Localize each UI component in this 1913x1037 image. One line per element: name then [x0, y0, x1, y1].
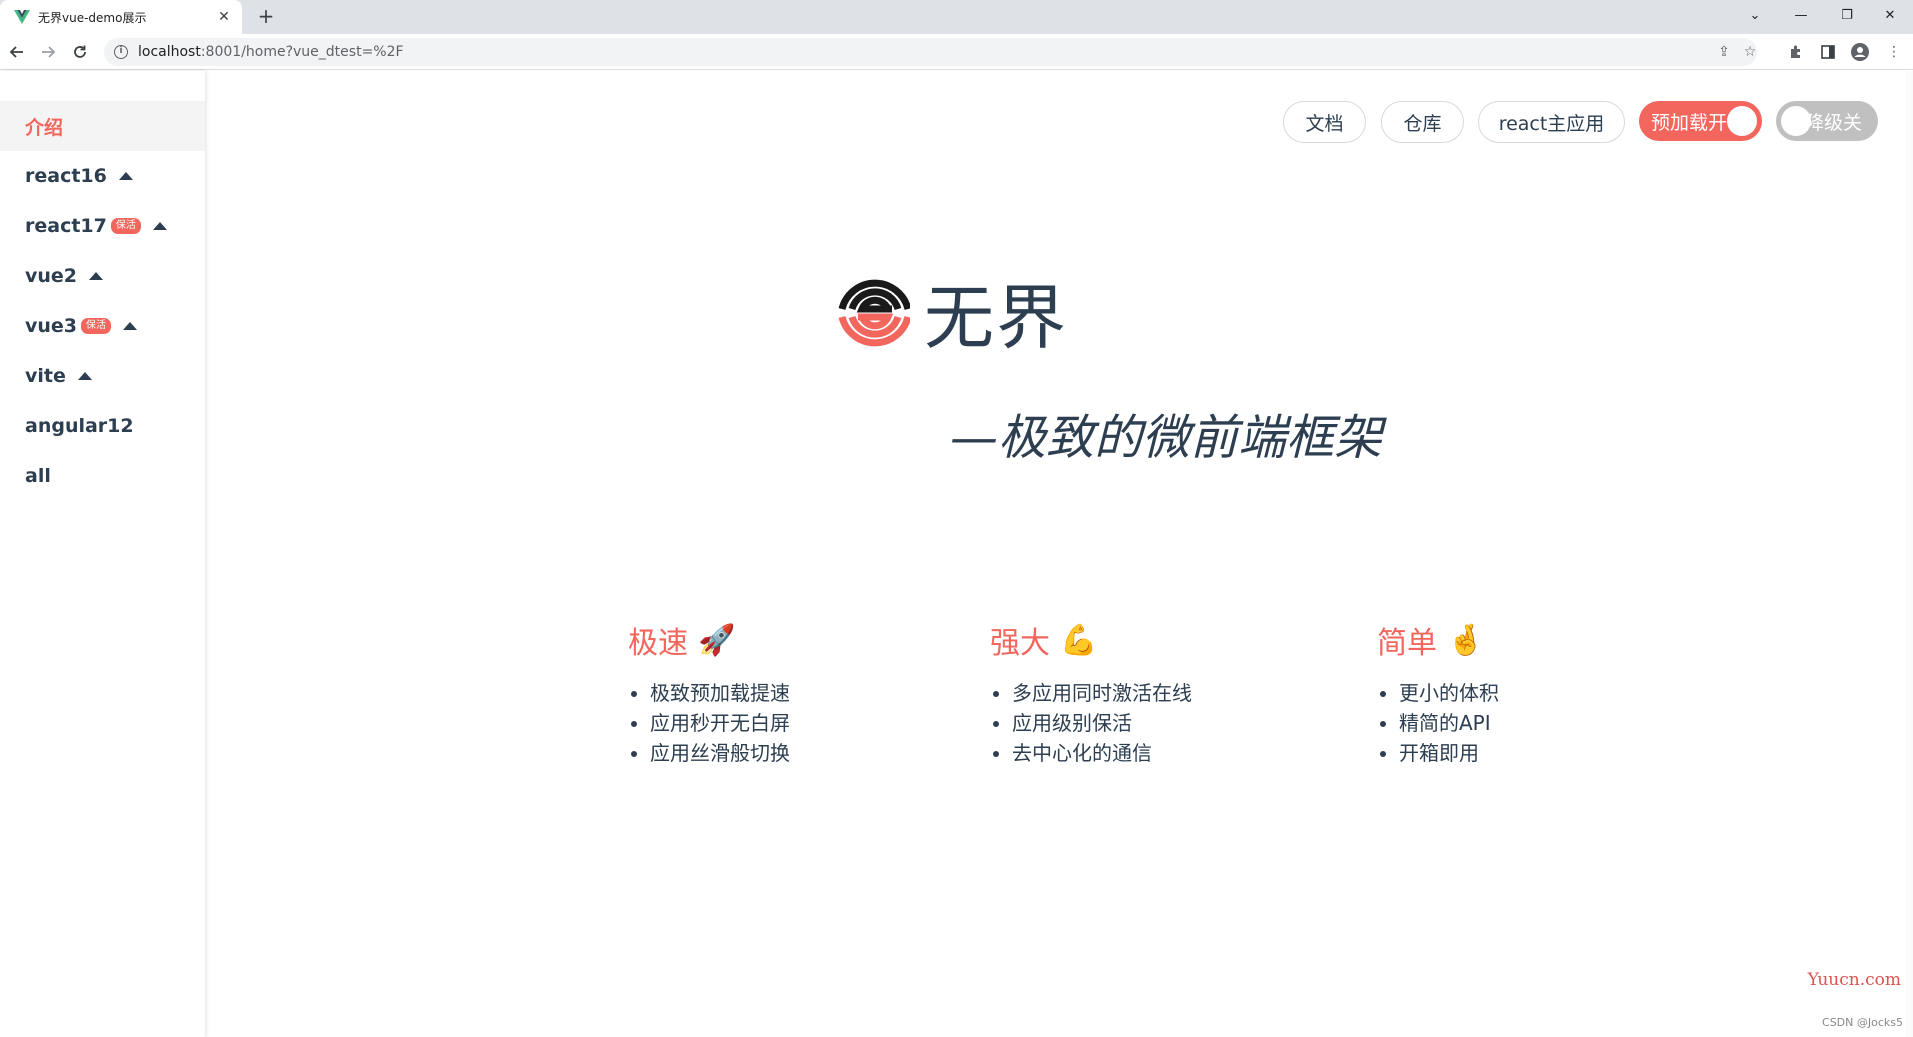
- wujie-logo-icon: [838, 277, 910, 349]
- caret-up-icon[interactable]: [123, 322, 137, 330]
- sidebar: 介绍react16react17保活vue2vue3保活viteangular1…: [0, 71, 205, 1037]
- feature-list: 极致预加载提速应用秒开无白屏应用丝滑般切换: [628, 678, 790, 768]
- extensions-icon[interactable]: [1782, 38, 1810, 66]
- preload-switch-label: 预加载开: [1651, 108, 1727, 135]
- sidebar-item-3[interactable]: vue2: [0, 251, 205, 301]
- feature-column: 强大 💪 多应用同时激活在线应用级别保活去中心化的通信: [990, 618, 1192, 768]
- restore-icon[interactable]: ❐: [1824, 0, 1870, 30]
- feature-list-item: 去中心化的通信: [1012, 738, 1192, 768]
- keep-alive-badge: 保活: [81, 318, 111, 334]
- sidebar-item-label: angular12: [25, 415, 134, 437]
- feature-title: 简单 🤞: [1377, 618, 1499, 662]
- feature-title: 极速 🚀: [628, 618, 790, 662]
- degrade-switch-knob: [1781, 106, 1811, 136]
- browser-tab[interactable]: 无界vue-demo展示 ✕: [0, 0, 242, 34]
- forward-icon[interactable]: [34, 38, 62, 66]
- preload-switch-knob: [1727, 106, 1757, 136]
- sidebar-item-5[interactable]: vite: [0, 351, 205, 401]
- sidebar-item-label: vite: [25, 365, 66, 387]
- feature-list-item: 多应用同时激活在线: [1012, 678, 1192, 708]
- feature-emoji-icon: 🤞: [1447, 623, 1484, 658]
- feature-list-item: 极致预加载提速: [650, 678, 790, 708]
- share-icon[interactable]: ⇪: [1714, 42, 1734, 62]
- react-main-app-button[interactable]: react主应用: [1478, 101, 1625, 143]
- caret-up-icon[interactable]: [153, 222, 167, 230]
- feature-list-item: 更小的体积: [1399, 678, 1499, 708]
- profile-avatar-icon[interactable]: [1846, 38, 1874, 66]
- sidebar-menu: 介绍react16react17保活vue2vue3保活viteangular1…: [0, 71, 205, 501]
- degrade-switch[interactable]: 降级关: [1776, 101, 1878, 141]
- feature-list: 多应用同时激活在线应用级别保活去中心化的通信: [990, 678, 1192, 768]
- sidebar-item-1[interactable]: react16: [0, 151, 205, 201]
- scrollbar[interactable]: [1906, 71, 1913, 1037]
- tab-close-icon[interactable]: ✕: [216, 9, 232, 25]
- feature-list-item: 开箱即用: [1399, 738, 1499, 768]
- vue-favicon-icon: [14, 9, 30, 25]
- site-info-icon[interactable]: i: [114, 45, 128, 59]
- feature-title-text: 极速: [628, 618, 688, 662]
- brand: 无界: [838, 262, 1068, 363]
- repo-button[interactable]: 仓库: [1381, 101, 1464, 143]
- feature-list: 更小的体积精简的API开箱即用: [1377, 678, 1499, 768]
- browser-toolbar: i localhost:8001/home?vue_dtest=%2F ⇪ ☆ …: [0, 34, 1913, 70]
- caret-up-icon[interactable]: [89, 272, 103, 280]
- sidebar-item-label: react16: [25, 165, 107, 187]
- reload-icon[interactable]: [66, 38, 94, 66]
- url-text: localhost:8001/home?vue_dtest=%2F: [138, 44, 404, 60]
- tab-search-icon[interactable]: ⌄: [1732, 0, 1778, 30]
- brand-name: 无界: [924, 262, 1068, 363]
- sidebar-item-label: react17: [25, 215, 107, 237]
- sidebar-item-label: vue2: [25, 265, 77, 287]
- sidebar-item-2[interactable]: react17保活: [0, 201, 205, 251]
- keep-alive-badge: 保活: [111, 218, 141, 234]
- feature-title: 强大 💪: [990, 618, 1192, 662]
- sidebar-item-6[interactable]: angular12: [0, 401, 205, 451]
- feature-column: 极速 🚀 极致预加载提速应用秒开无白屏应用丝滑般切换: [628, 618, 790, 768]
- slogan: —极致的微前端框架: [950, 398, 1382, 468]
- feature-emoji-icon: 🚀: [698, 623, 735, 658]
- feature-list-item: 应用级别保活: [1012, 708, 1192, 738]
- feature-column: 简单 🤞 更小的体积精简的API开箱即用: [1377, 618, 1499, 768]
- sidebar-item-7[interactable]: all: [0, 451, 205, 501]
- sidebar-item-label: all: [25, 465, 51, 487]
- credit-text: CSDN @Jocks5: [1822, 1016, 1903, 1029]
- sidebar-item-label: vue3: [25, 315, 77, 337]
- new-tab-button[interactable]: +: [254, 5, 278, 29]
- feature-title-text: 简单: [1377, 618, 1437, 662]
- sidebar-item-4[interactable]: vue3保活: [0, 301, 205, 351]
- back-icon[interactable]: [3, 38, 31, 66]
- degrade-switch-label: 降级关: [1805, 108, 1862, 135]
- feature-list-item: 应用丝滑般切换: [650, 738, 790, 768]
- feature-list-item: 精简的API: [1399, 708, 1499, 738]
- feature-list-item: 应用秒开无白屏: [650, 708, 790, 738]
- side-panel-icon[interactable]: [1814, 38, 1842, 66]
- caret-up-icon[interactable]: [119, 172, 133, 180]
- sidebar-item-label: 介绍: [25, 113, 63, 140]
- minimize-icon[interactable]: —: [1778, 0, 1824, 30]
- feature-emoji-icon: 💪: [1060, 623, 1097, 658]
- window-close-icon[interactable]: ✕: [1867, 0, 1913, 30]
- browser-tab-bar: 无界vue-demo展示 ✕ + ⌄ — ❐ ✕: [0, 0, 1913, 34]
- docs-button[interactable]: 文档: [1283, 101, 1366, 143]
- address-bar[interactable]: i localhost:8001/home?vue_dtest=%2F ⇪ ☆: [104, 38, 1757, 66]
- sidebar-item-0[interactable]: 介绍: [0, 101, 205, 151]
- browser-menu-icon[interactable]: ⋮: [1880, 38, 1908, 66]
- feature-title-text: 强大: [990, 618, 1050, 662]
- preload-switch[interactable]: 预加载开: [1639, 101, 1762, 141]
- tab-title: 无界vue-demo展示: [38, 9, 216, 26]
- watermark: Yuucn.com: [1808, 970, 1901, 990]
- caret-up-icon[interactable]: [78, 372, 92, 380]
- bookmark-star-icon[interactable]: ☆: [1740, 42, 1760, 62]
